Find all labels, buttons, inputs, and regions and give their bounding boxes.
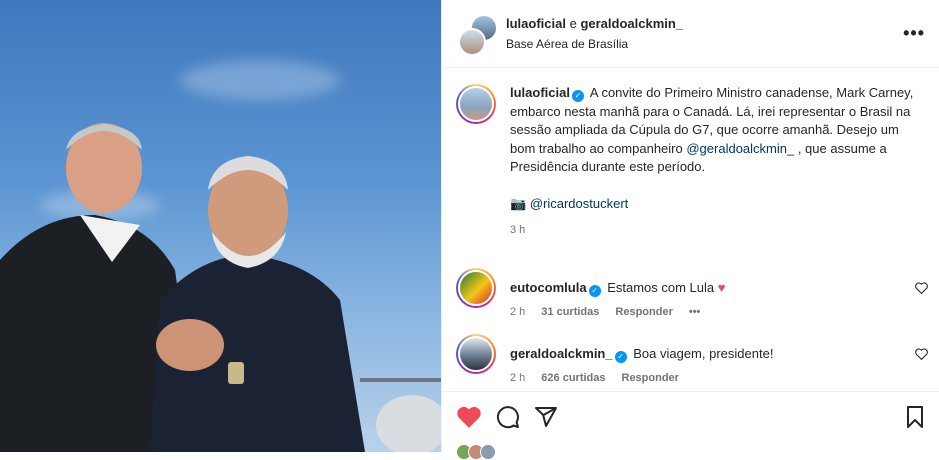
post-details-panel: lulaoficial e geraldoalckmin_ Base Aérea… [441, 0, 939, 460]
author-separator: e [565, 16, 581, 31]
action-bar [442, 391, 939, 441]
comment-avatar[interactable] [456, 334, 496, 374]
bookmark-icon[interactable] [904, 405, 926, 429]
caption-username-link[interactable]: lulaoficial [510, 85, 570, 100]
photo-credit-link[interactable]: @ricardostuckert [530, 196, 628, 211]
photo-people-illustration [0, 123, 441, 452]
caption-mention-link[interactable]: @geraldoalckmin_ [686, 141, 794, 156]
verified-icon: ✓ [571, 90, 584, 102]
share-icon[interactable] [534, 405, 558, 429]
camera-icon: 📷 [510, 195, 527, 211]
liked-by-avatars[interactable] [456, 444, 496, 460]
comment-likes-link[interactable]: 31 curtidas [541, 306, 599, 318]
comment-item: eutocomlula ✓ Estamos com Lula ♥ 2 h 31 c… [442, 268, 939, 318]
comment-avatar[interactable] [456, 268, 496, 308]
comment-item: geraldoalckmin_ ✓ Boa viagem, presidente!… [442, 334, 939, 384]
comment-username-link[interactable]: geraldoalckmin_ [510, 346, 613, 361]
heart-icon[interactable] [456, 405, 482, 429]
collab-avatars[interactable] [456, 13, 498, 56]
comment-likes-link[interactable]: 626 curtidas [541, 372, 605, 384]
comment-like-heart-icon[interactable] [915, 282, 928, 297]
comment-more-icon[interactable]: ••• [689, 306, 701, 318]
location-link[interactable]: Base Aérea de Brasília [506, 37, 903, 51]
caption-timestamp[interactable]: 3 h [510, 221, 920, 240]
post-caption: lulaoficial ✓ A convite do Primeiro Minis… [442, 68, 939, 240]
coauthor-username-link[interactable]: geraldoalckmin_ [580, 16, 683, 31]
comment-reply-button[interactable]: Responder [615, 306, 672, 318]
verified-icon: ✓ [588, 285, 601, 297]
comment-username-link[interactable]: eutocomlula [510, 280, 587, 295]
comment-reply-button[interactable]: Responder [622, 372, 679, 384]
author-username-link[interactable]: lulaoficial [506, 16, 566, 31]
comment-text: Estamos com Lula [607, 280, 715, 295]
comment-timestamp[interactable]: 2 h [510, 306, 525, 318]
caption-avatar[interactable] [456, 84, 496, 124]
post-photo[interactable] [0, 0, 441, 452]
comment-text: Boa viagem, presidente! [633, 346, 774, 361]
post-header: lulaoficial e geraldoalckmin_ Base Aérea… [442, 0, 939, 68]
comment-timestamp[interactable]: 2 h [510, 372, 525, 384]
heart-emoji-icon: ♥ [717, 280, 726, 295]
comment-icon[interactable] [496, 405, 520, 429]
verified-icon: ✓ [614, 351, 627, 363]
comment-like-heart-icon[interactable] [915, 348, 928, 363]
more-options-icon[interactable]: ••• [903, 23, 925, 44]
